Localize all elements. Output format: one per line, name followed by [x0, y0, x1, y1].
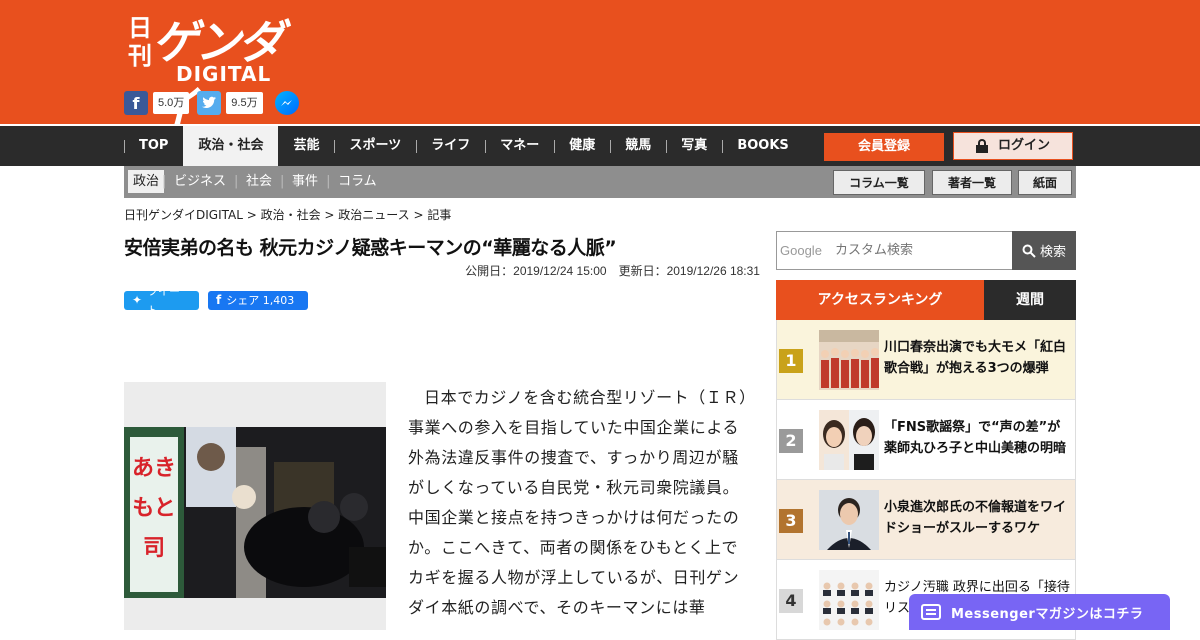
subnav-item-society[interactable]: 社会	[234, 170, 282, 193]
tab-access-ranking[interactable]: アクセスランキング	[776, 280, 984, 320]
tab-weekly[interactable]: 週間	[984, 280, 1076, 320]
article-title: 安倍実弟の名も 秋元カジノ疑惑キーマンの“華麗なる人脈”	[124, 237, 617, 259]
column-list-button[interactable]: コラム一覧	[833, 170, 925, 195]
sub-nav: 政治 ビジネス 社会 事件 コラム コラム一覧 著者一覧 紙面	[124, 166, 1076, 198]
logo-digital: DIGITAL	[176, 62, 272, 86]
ranking-item[interactable]: 3 小泉進次郎氏の不倫報道をワイドショーがスルーするワケ	[776, 480, 1076, 560]
subnav-item-business[interactable]: ビジネス	[162, 170, 236, 193]
facebook-icon[interactable]: f	[124, 91, 148, 115]
facebook-share-button[interactable]: f シェア 1,403	[208, 291, 308, 310]
ranking-thumbnail	[819, 410, 879, 470]
social-follow-bar: f 5.0万 9.5万	[124, 91, 299, 115]
twitter-count: 9.5万	[226, 92, 263, 114]
facebook-icon: f	[216, 293, 222, 307]
rank-number: 4	[779, 589, 803, 613]
svg-text:もと: もと	[132, 496, 176, 521]
facebook-count: 5.0万	[153, 92, 190, 114]
ranking-title: 小泉進次郎氏の不倫報道をワイドショーがスルーするワケ	[884, 500, 1067, 536]
article-image: あき もと 司	[124, 427, 386, 598]
messenger-label: Messengerマガジンはコチラ	[951, 606, 1144, 622]
ranking-thumbnail	[819, 570, 879, 630]
register-button[interactable]: 会員登録	[824, 133, 944, 161]
twitter-icon[interactable]	[197, 91, 222, 115]
tweet-label: ツイート	[147, 284, 181, 317]
nav-item-entertainment[interactable]: 芸能	[278, 126, 334, 166]
nav-item-photo[interactable]: 写真	[666, 126, 722, 166]
ranking-item[interactable]: 1 川口春奈出演でも大モメ「紅白歌合戦」が抱える3つの爆弾	[776, 320, 1076, 400]
author-list-button[interactable]: 著者一覧	[932, 170, 1012, 195]
subnav-item-incident[interactable]: 事件	[280, 170, 328, 193]
ranking-title: 川口春奈出演でも大モメ「紅白歌合戦」が抱える3つの爆弾	[884, 340, 1067, 376]
nav-item-health[interactable]: 健康	[554, 126, 610, 166]
chat-icon	[921, 604, 941, 620]
svg-text:司: 司	[143, 536, 165, 561]
nav-item-sports[interactable]: スポーツ	[334, 126, 416, 166]
nav-item-politics[interactable]: 政治・社会	[183, 126, 279, 166]
login-button[interactable]: ログイン	[953, 132, 1073, 160]
subnav-item-column[interactable]: コラム	[326, 170, 387, 193]
google-label: Google	[780, 243, 822, 258]
main-nav: TOP 政治・社会 芸能 スポーツ ライフ マネー 健康 競馬 写真 BOOKS…	[0, 124, 1200, 166]
logo-nikkan: 日刊	[128, 13, 152, 70]
svg-text:あき: あき	[132, 456, 176, 481]
article-body: 日本でカジノを含む統合型リゾート（ＩＲ）事業への参入を目指していた中国企業による…	[408, 388, 748, 617]
article-photo: あき もと 司	[124, 382, 386, 630]
login-label: ログイン	[997, 138, 1050, 153]
search-button-label: 検索	[1039, 245, 1066, 260]
search-icon	[1022, 244, 1036, 258]
ranking-thumbnail	[819, 330, 879, 390]
subnav-item-politics[interactable]: 政治	[128, 170, 165, 193]
rank-number: 3	[779, 509, 803, 533]
ranking-thumbnail	[819, 490, 879, 550]
breadcrumb[interactable]: 日刊ゲンダイDIGITAL > 政治・社会 > 政治ニュース > 記事	[124, 206, 451, 223]
search-button[interactable]: 検索	[1012, 231, 1076, 270]
rank-number: 2	[779, 429, 803, 453]
article-dates: 公開日：2019/12/24 15:00 更新日：2019/12/26 18:3…	[465, 264, 760, 278]
nav-item-life[interactable]: ライフ	[416, 126, 485, 166]
ranking-item[interactable]: 2 「FNS歌謡祭」で“声の差”が 薬師丸ひろ子と中山美穂の明暗	[776, 400, 1076, 480]
twitter-icon: ✦	[132, 293, 143, 307]
nav-item-books[interactable]: BOOKS	[722, 126, 803, 166]
tweet-button[interactable]: ✦ ツイート	[124, 285, 199, 317]
site-logo[interactable]: 日刊 ゲンダイ DIGITAL	[128, 10, 304, 136]
paper-button[interactable]: 紙面	[1018, 170, 1072, 195]
rank-number: 1	[779, 349, 803, 373]
nav-item-keiba[interactable]: 競馬	[610, 126, 666, 166]
messenger-magazine-bar[interactable]: Messengerマガジンはコチラ	[909, 594, 1170, 630]
lock-icon	[975, 139, 988, 153]
ranking-tabs: アクセスランキング 週間	[776, 280, 1076, 320]
messenger-icon[interactable]	[274, 91, 299, 115]
ranking-title: 「FNS歌謡祭」で“声の差”が 薬師丸ひろ子と中山美穂の明暗	[884, 420, 1067, 456]
nav-item-top[interactable]: TOP	[124, 126, 183, 166]
search-box: Google 検索	[776, 231, 1076, 270]
site-header: 日刊 ゲンダイ DIGITAL f 5.0万 9.5万	[0, 0, 1200, 136]
share-label: シェア 1,403	[226, 294, 295, 307]
nav-item-money[interactable]: マネー	[485, 126, 554, 166]
